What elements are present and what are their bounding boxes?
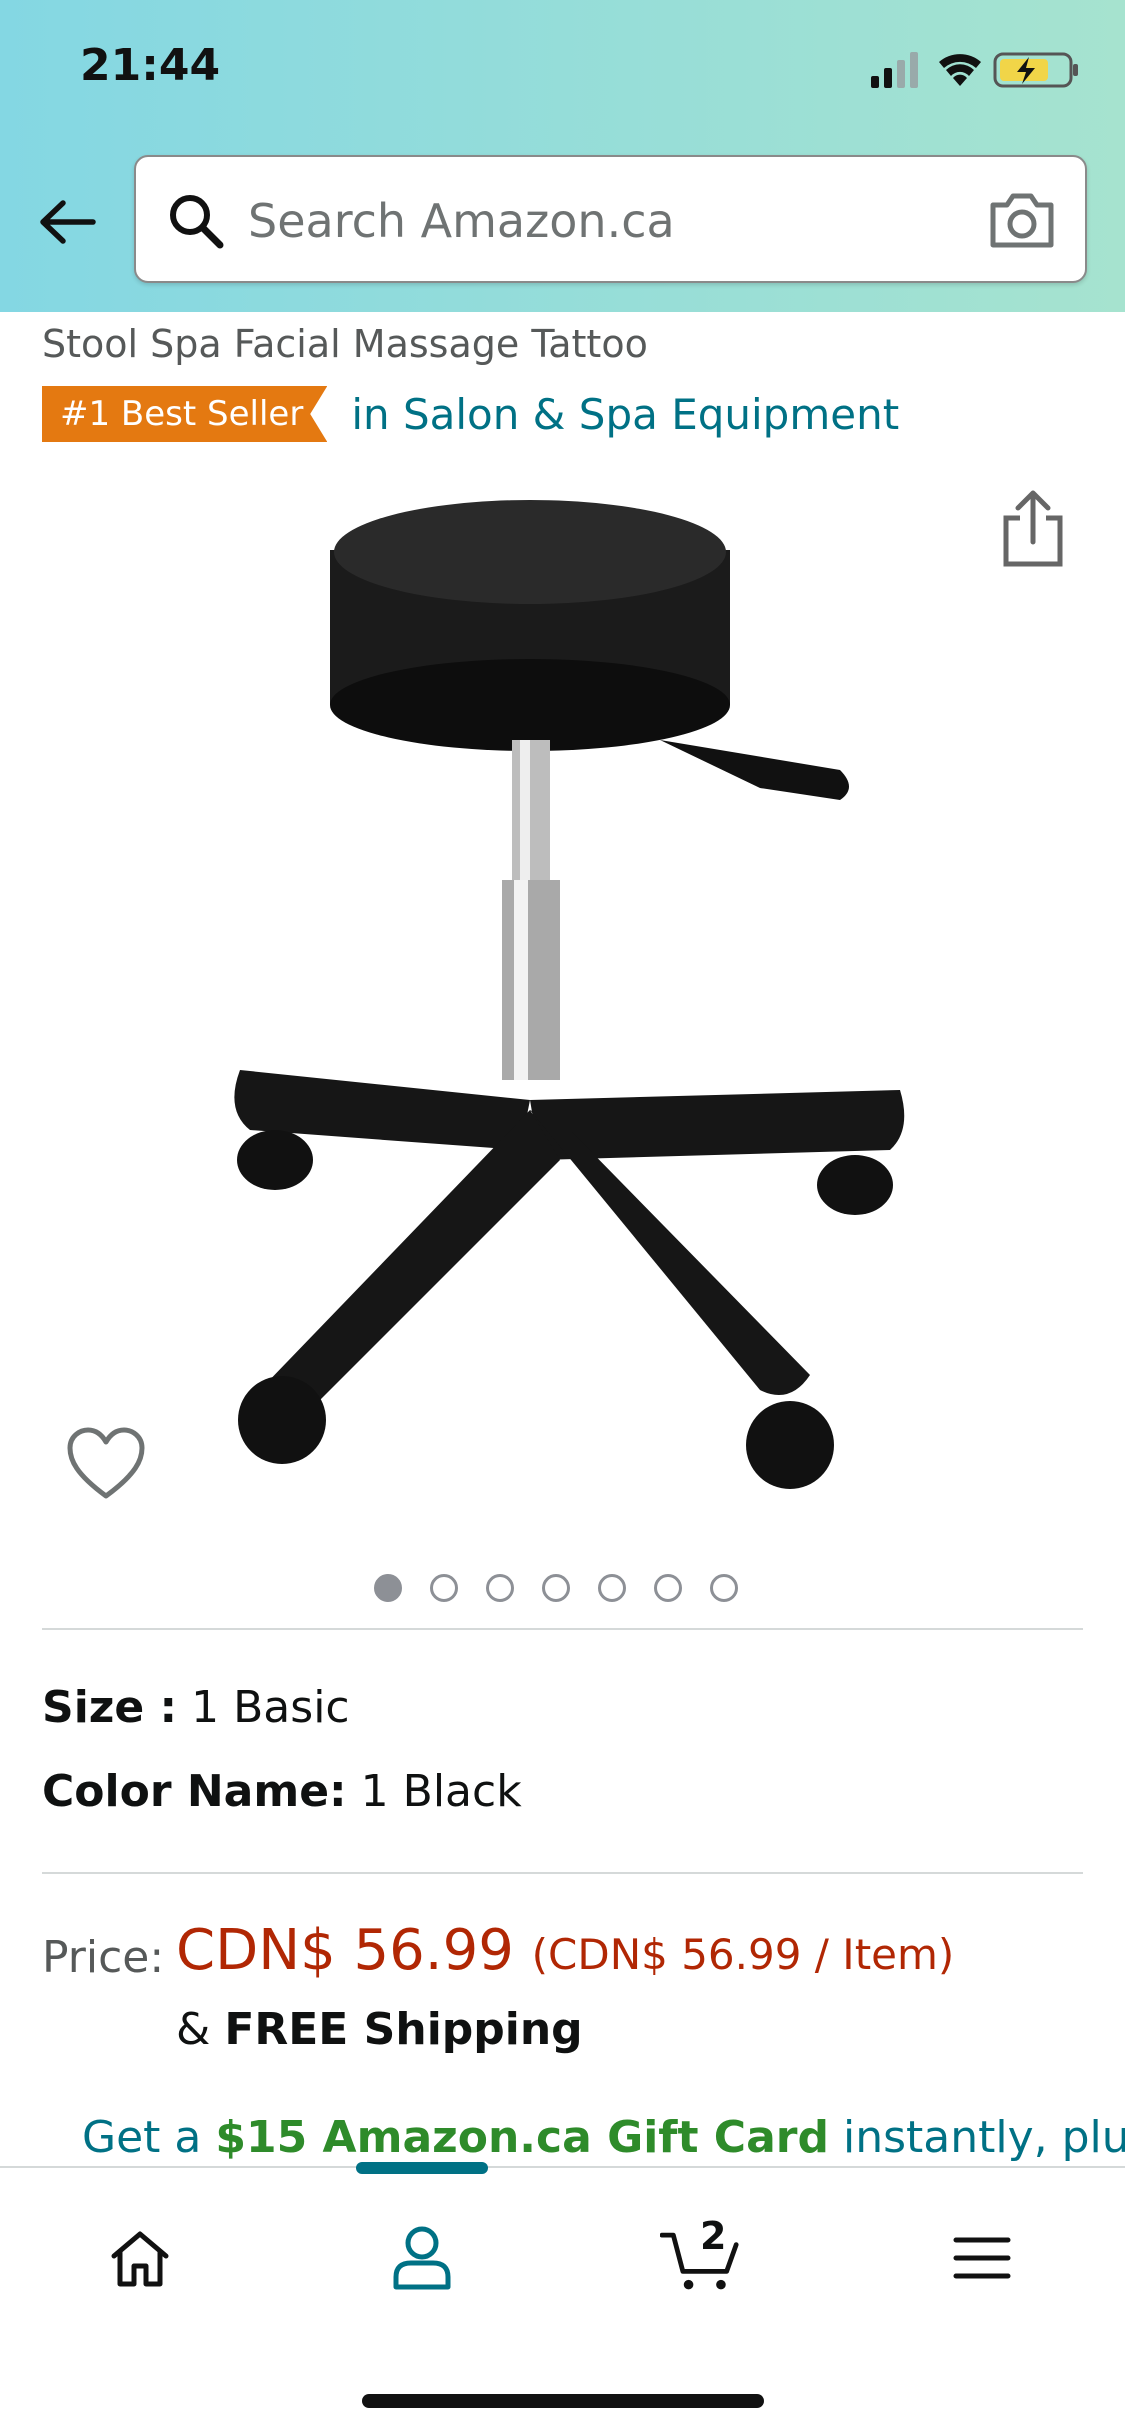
home-icon (111, 2231, 169, 2287)
shipping-prefix: & (176, 2004, 211, 2055)
promo-suffix: instantly, plus (842, 2112, 1125, 2163)
wishlist-heart-icon[interactable] (66, 1426, 146, 1502)
best-seller-badge: #1 Best Seller (42, 386, 328, 442)
nav-menu[interactable] (942, 2218, 1022, 2298)
product-image[interactable] (200, 470, 940, 1530)
free-shipping-text: FREE Shipping (224, 2004, 583, 2055)
price: CDN$ 56.99 (CDN$ 56.99 / Item) (176, 1918, 954, 1983)
stool-seat (330, 500, 730, 751)
price-label: Price: (42, 1932, 165, 1983)
wifi-icon (939, 54, 981, 86)
best-seller-row[interactable]: #1 Best Seller in Salon & Spa Equipment (42, 386, 899, 442)
carousel-dot[interactable] (598, 1574, 626, 1602)
color-value: 1 Black (360, 1766, 522, 1817)
nav-account[interactable] (382, 2218, 462, 2298)
carousel-dot[interactable] (654, 1574, 682, 1602)
cart-count: 2 (700, 2214, 727, 2258)
promo-highlight: $15 Amazon.ca Gift Card (215, 2112, 829, 2163)
promo-prefix: Get a (82, 2112, 202, 2163)
back-arrow-icon (40, 200, 96, 244)
image-carousel-dots[interactable] (374, 1574, 738, 1602)
search-icon (170, 195, 224, 249)
color-label: Color Name: (42, 1766, 347, 1817)
header: 21:44 Search Amazon.ca (0, 0, 1125, 312)
divider (42, 1872, 1083, 1874)
size-label: Size : (42, 1682, 178, 1733)
price-value: CDN$ 56.99 (176, 1918, 514, 1983)
carousel-dot[interactable] (486, 1574, 514, 1602)
search-input[interactable]: Search Amazon.ca (134, 155, 1087, 283)
divider (42, 1628, 1083, 1630)
home-indicator (362, 2394, 764, 2408)
carousel-dot[interactable] (430, 1574, 458, 1602)
person-icon (393, 2226, 451, 2290)
share-icon[interactable] (998, 488, 1068, 568)
color-variation[interactable]: Color Name: 1 Black (42, 1766, 522, 1817)
menu-icon (953, 2237, 1011, 2279)
search-placeholder: Search Amazon.ca (248, 194, 675, 248)
carousel-dot[interactable] (374, 1574, 402, 1602)
nav-home[interactable] (100, 2218, 180, 2298)
best-seller-category-link[interactable]: in Salon & Spa Equipment (351, 390, 899, 439)
size-value: 1 Basic (191, 1682, 350, 1733)
product-title: Stool Spa Facial Massage Tattoo (42, 322, 648, 366)
carousel-dot[interactable] (542, 1574, 570, 1602)
carousel-dot[interactable] (710, 1574, 738, 1602)
signal-icon (871, 52, 918, 88)
status-icons (871, 52, 1078, 88)
gift-card-promo-link[interactable]: Get a $15 Amazon.ca Gift Card instantly,… (82, 2112, 1125, 2163)
nav-cart[interactable]: 2 (660, 2214, 740, 2298)
active-tab-indicator (356, 2162, 488, 2174)
camera-icon[interactable] (987, 189, 1057, 251)
unit-price: (CDN$ 56.99 / Item) (531, 1930, 955, 1979)
battery-icon (993, 52, 1078, 88)
size-variation[interactable]: Size : 1 Basic (42, 1682, 350, 1733)
shipping-info: & FREE Shipping (176, 2004, 583, 2055)
back-button[interactable] (30, 180, 104, 264)
status-time: 21:44 (80, 40, 221, 91)
